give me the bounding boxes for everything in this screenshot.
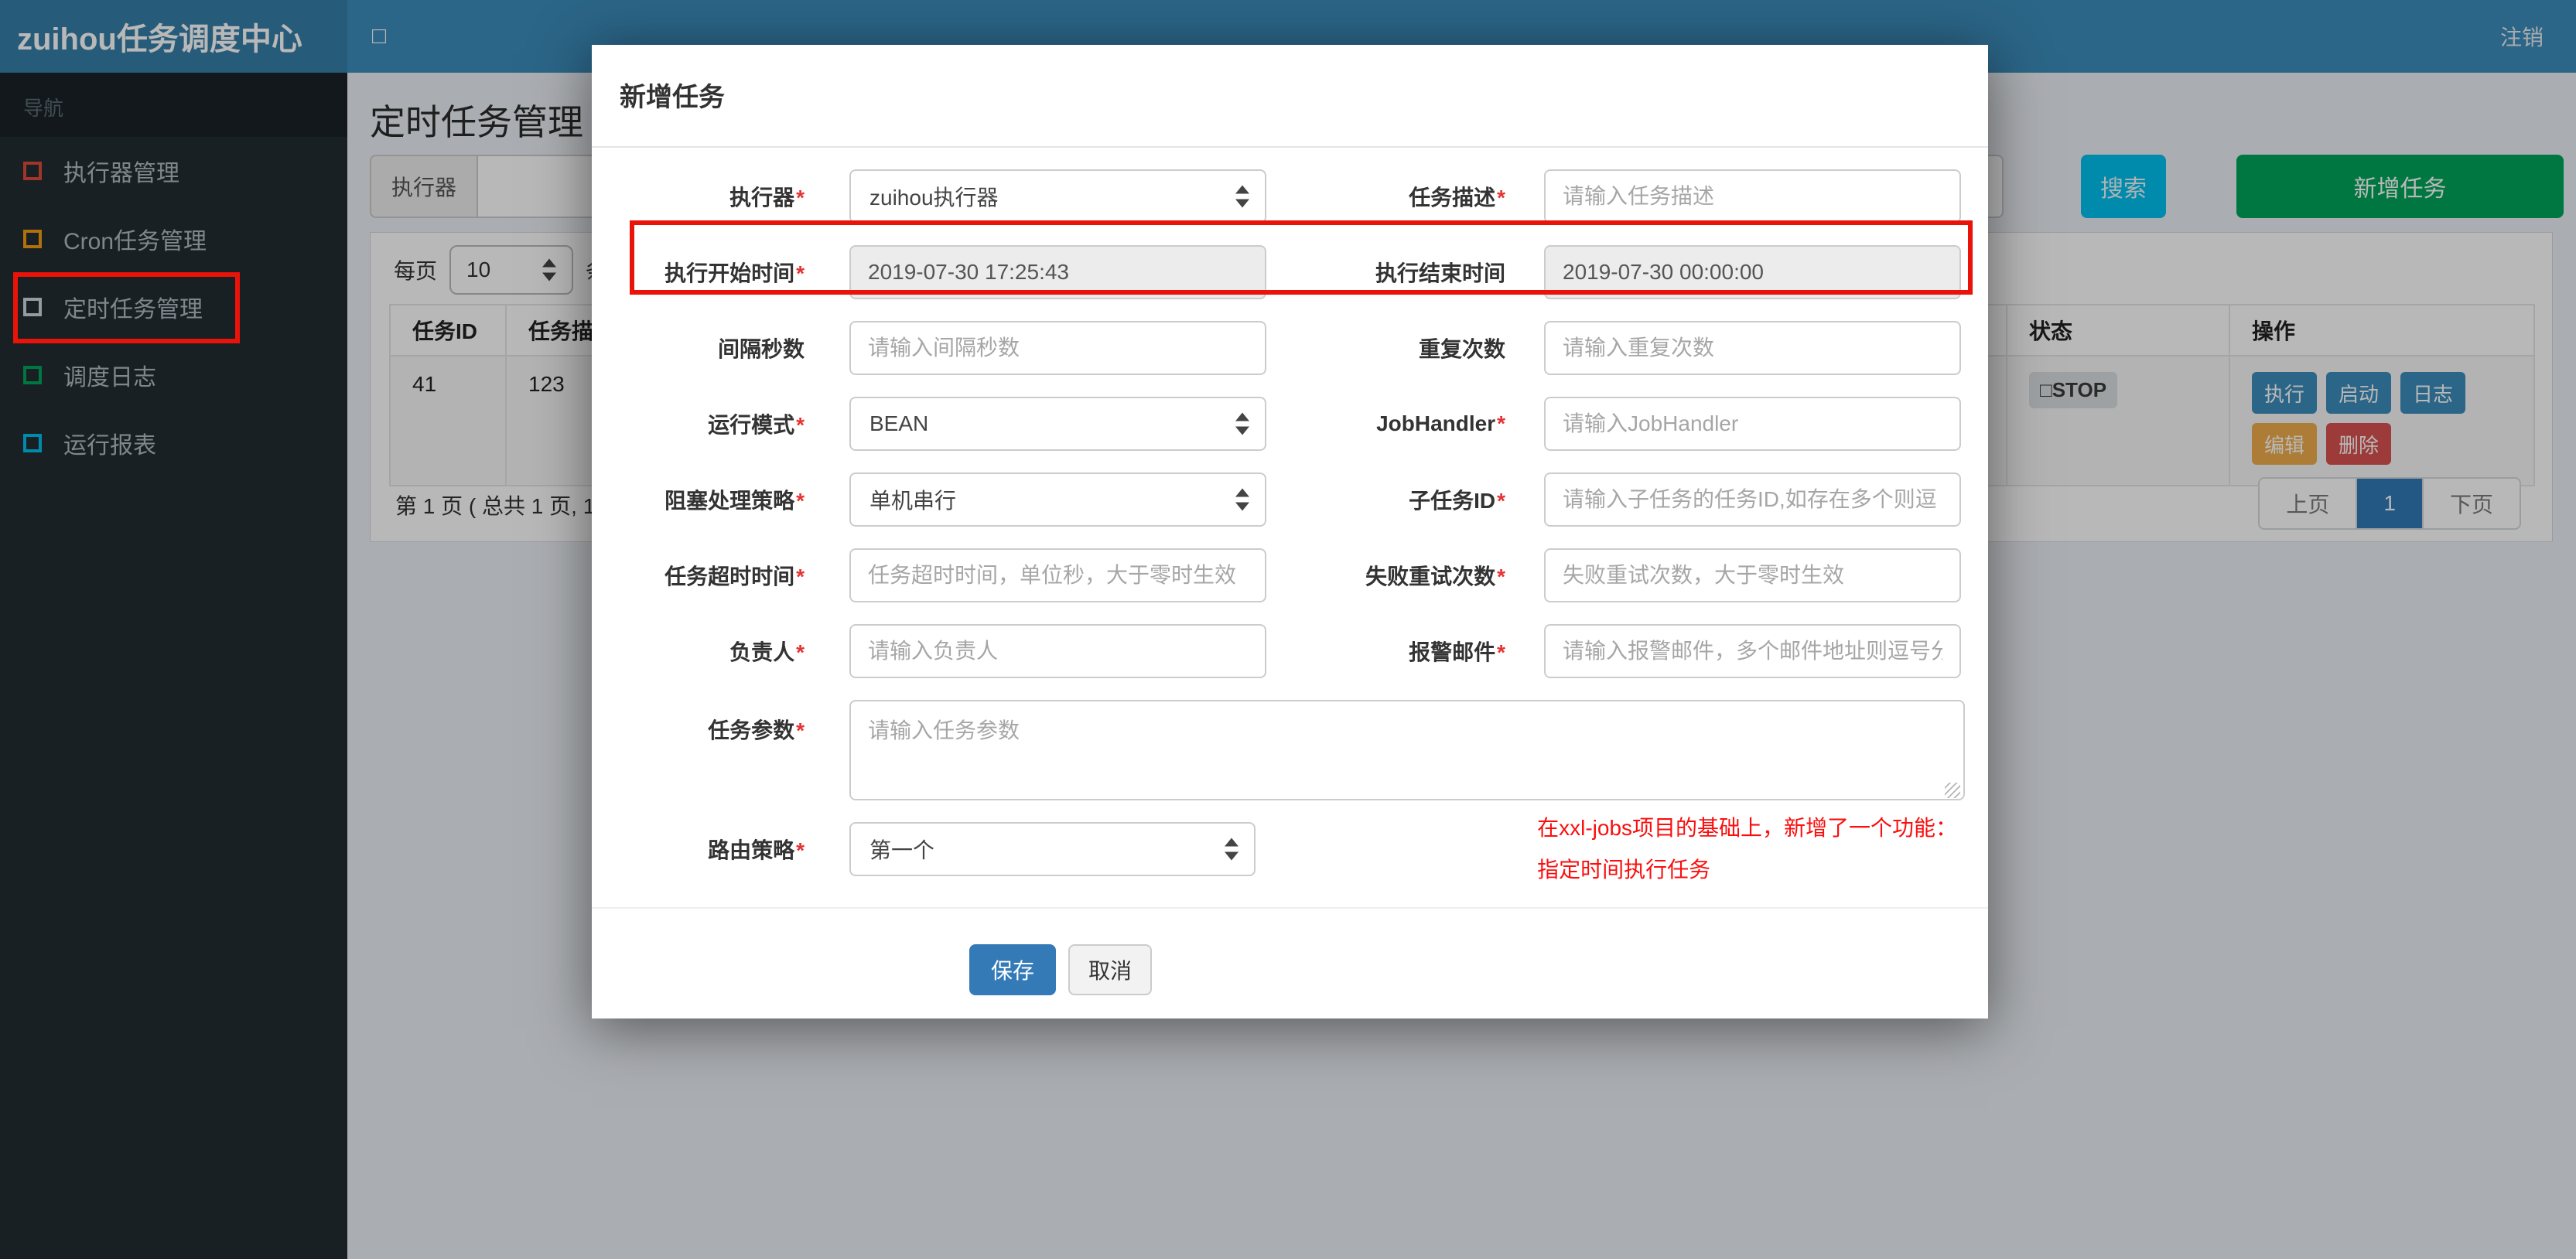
form-row-executor: 执行器* zuihou执行器 任务描述* bbox=[592, 169, 1988, 223]
modal-footer-divider bbox=[592, 907, 1988, 909]
block-strategy-label: 阻塞处理策略* bbox=[664, 489, 805, 513]
annotation-box-exec-time-row bbox=[630, 220, 1973, 295]
form-row-route: 路由策略* 第一个 在xxl-jobs项目的基础上，新增了一个功能： 指定时间执… bbox=[592, 816, 1988, 882]
feature-note: 在xxl-jobs项目的基础上，新增了一个功能： 指定时间执行任务 bbox=[1537, 807, 1988, 891]
alarm-email-label: 报警邮件* bbox=[1409, 640, 1505, 664]
repeat-count-label: 重复次数 bbox=[1418, 337, 1505, 361]
screen: zuihou任务调度中心 □ 注销 导航 执行器管理 Cron任务管理 定时任务… bbox=[0, 0, 2576, 1259]
block-strategy-select[interactable]: 单机串行 bbox=[849, 473, 1266, 527]
job-handler-input[interactable] bbox=[1544, 397, 1961, 451]
job-desc-input[interactable] bbox=[1544, 169, 1961, 223]
author-input[interactable] bbox=[849, 624, 1266, 678]
repeat-count-input[interactable] bbox=[1544, 321, 1961, 375]
child-job-input[interactable] bbox=[1544, 473, 1961, 527]
cancel-button[interactable]: 取消 bbox=[1068, 944, 1153, 995]
form-row-author: 负责人* 报警邮件* bbox=[592, 624, 1988, 678]
annotation-box-sidebar bbox=[13, 272, 240, 343]
select-arrows-icon bbox=[1235, 488, 1249, 511]
form-row-timeout: 任务超时时间* 失败重试次数* bbox=[592, 548, 1988, 602]
job-param-label: 任务参数* bbox=[708, 718, 805, 742]
feature-note-line1: 在xxl-jobs项目的基础上，新增了一个功能： bbox=[1537, 816, 1958, 840]
author-label: 负责人* bbox=[729, 640, 805, 664]
form-row-block: 阻塞处理策略* 单机串行 子任务ID* bbox=[592, 473, 1988, 527]
timeout-input[interactable] bbox=[849, 548, 1266, 602]
interval-input[interactable] bbox=[849, 321, 1266, 375]
child-job-label: 子任务ID* bbox=[1409, 489, 1505, 513]
route-strategy-select[interactable]: 第一个 bbox=[849, 822, 1256, 876]
executor-select[interactable]: zuihou执行器 bbox=[849, 169, 1266, 223]
job-param-textarea[interactable] bbox=[849, 700, 1965, 800]
feature-note-line2: 指定时间执行任务 bbox=[1537, 858, 1711, 882]
job-handler-label: JobHandler* bbox=[1376, 411, 1505, 435]
add-task-modal: 新增任务 执行器* zuihou执行器 任务描述* 执行开始时间* 执行结束时间… bbox=[592, 45, 1988, 1018]
timeout-label: 任务超时时间* bbox=[664, 565, 805, 589]
retry-input[interactable] bbox=[1544, 548, 1961, 602]
job-desc-label: 任务描述* bbox=[1409, 186, 1505, 210]
select-arrows-icon bbox=[1225, 838, 1239, 861]
resize-grip-icon[interactable] bbox=[1945, 783, 1960, 798]
glue-type-label: 运行模式* bbox=[708, 413, 805, 437]
save-button[interactable]: 保存 bbox=[969, 944, 1057, 995]
alarm-email-input[interactable] bbox=[1544, 624, 1961, 678]
modal-title: 新增任务 bbox=[620, 83, 725, 112]
route-strategy-label: 路由策略* bbox=[708, 838, 805, 862]
interval-label: 间隔秒数 bbox=[717, 337, 805, 361]
select-arrows-icon bbox=[1235, 412, 1249, 435]
retry-label: 失败重试次数* bbox=[1365, 565, 1505, 589]
executor-label: 执行器* bbox=[729, 186, 805, 210]
select-arrows-icon bbox=[1235, 185, 1249, 208]
form-row-glue: 运行模式* BEAN JobHandler* bbox=[592, 397, 1988, 451]
form-row-param: 任务参数* bbox=[592, 700, 1988, 800]
form-row-interval: 间隔秒数 重复次数 bbox=[592, 321, 1988, 375]
glue-type-select[interactable]: BEAN bbox=[849, 397, 1266, 451]
